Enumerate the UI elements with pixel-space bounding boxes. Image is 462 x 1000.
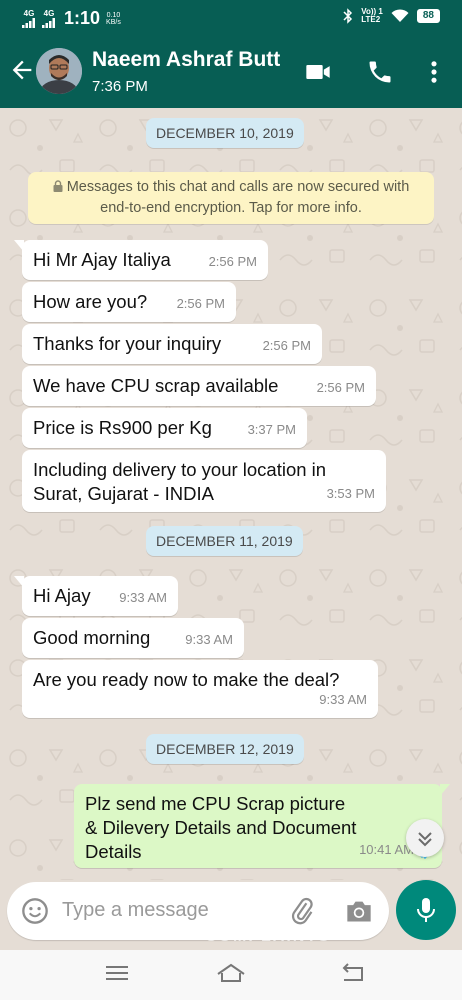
message-bubble[interactable]: We have CPU scrap available 2:56 PM [22,366,376,406]
message-bubble[interactable]: How are you? 2:56 PM [22,282,236,322]
chat-header: Naeem Ashraf Butt 7:36 PM [0,36,462,108]
bubble-tail [14,240,24,252]
date-chip: DECEMBER 11, 2019 [146,526,303,556]
video-call-icon[interactable] [304,58,332,86]
mic-icon [417,898,435,922]
battery-indicator: 88 [416,9,440,23]
message-bubble[interactable]: Including delivery to your location in S… [22,450,386,512]
message-text-line3: Details [85,841,142,862]
message-time: 2:56 PM [316,380,365,395]
encryption-notice-text: Messages to this chat and calls are now … [66,179,410,216]
network-indicator-1: 4G [22,8,36,28]
contact-name[interactable]: Naeem Ashraf Butt [92,48,280,72]
message-text: Price is Rs900 per Kg [33,417,212,438]
message-text: We have CPU scrap available [33,375,279,396]
message-text: Hi Ajay [33,585,91,606]
message-text: Thanks for your inquiry [33,333,222,354]
status-bar: 4G 4G 1:10 0.10 KB/s Vo)) 1 LTE2 88 [0,0,462,36]
message-input[interactable]: Type a message [62,899,209,922]
signal-bars-icon [22,17,35,28]
home-icon[interactable] [216,962,246,984]
message-bubble[interactable]: Are you ready now to make the deal? 9:33… [22,660,378,718]
message-time: 3:37 PM [247,422,296,437]
system-nav-bar [0,950,462,1000]
message-text: Are you ready now to make the deal? [33,669,340,690]
message-text: Good morning [33,627,151,648]
chat-area[interactable]: DECEMBER 10, 2019 Messages to this chat … [0,108,462,880]
status-right: Vo)) 1 LTE2 88 [343,8,440,24]
lock-icon [53,180,63,192]
attach-icon[interactable] [289,897,317,925]
network-label-2: 4G [43,8,55,18]
volte-bottom: LTE2 [361,15,381,24]
avatar[interactable] [36,48,82,94]
message-text: Plz send me CPU Scrap picture [85,793,346,814]
date-chip: DECEMBER 10, 2019 [146,118,304,148]
bluetooth-icon [343,8,353,24]
avatar-photo [36,48,82,94]
more-vert-icon[interactable] [420,58,448,86]
network-indicator-2: 4G [42,8,56,28]
message-bubble[interactable]: Hi Mr Ajay Italiya 2:56 PM [14,240,268,280]
message-text-line2: Surat, Gujarat - INDIA [33,483,214,504]
network-speed: 0.10 KB/s [106,12,121,26]
mic-button[interactable] [396,880,456,940]
encryption-notice[interactable]: Messages to this chat and calls are now … [28,172,434,224]
speed-value: 0.10 [106,11,121,19]
camera-icon[interactable] [345,898,373,924]
message-text-line2: & Dilevery Details and Document [85,817,357,838]
message-bubble[interactable]: Hi Ajay 9:33 AM [14,576,178,616]
emoji-icon[interactable] [21,897,49,925]
message-text: How are you? [33,291,148,312]
message-text: Including delivery to your location in [33,459,327,480]
message-text: Hi Mr Ajay Italiya [33,249,171,270]
bubble-tail [14,576,24,588]
message-time: 2:56 PM [262,338,311,353]
date-chip: DECEMBER 12, 2019 [146,734,304,764]
back-arrow-icon[interactable] [8,56,36,84]
message-bubble[interactable]: Good morning 9:33 AM [22,618,244,658]
message-time: 9:33 AM [319,692,367,707]
message-bubble[interactable]: Price is Rs900 per Kg 3:37 PM [22,408,307,448]
phone-icon[interactable] [366,58,394,86]
menu-icon[interactable] [104,962,130,984]
message-time: 2:56 PM [208,254,257,269]
message-time: 3:53 PM [326,486,375,501]
double-chevron-down-icon [418,832,432,847]
signal-bars-icon [42,17,55,28]
message-bubble[interactable]: Thanks for your inquiry 2:56 PM [22,324,322,364]
clock: 1:10 [64,8,101,28]
message-time: 9:33 AM [119,590,167,605]
message-time: 9:33 AM [185,632,233,647]
status-left: 4G 4G 1:10 0.10 KB/s [22,8,121,29]
outgoing-message-bubble[interactable]: Plz send me CPU Scrap picture & Dilevery… [74,784,450,868]
wifi-icon [391,9,409,22]
last-seen: 7:36 PM [92,78,148,95]
watermark: COMPLAINTS [205,928,331,945]
scroll-to-bottom-button[interactable] [406,819,444,857]
volte-indicator: Vo)) 1 LTE2 [361,8,383,24]
network-label-1: 4G [23,8,35,18]
bubble-tail [440,784,450,796]
back-icon[interactable] [340,962,366,984]
message-time: 2:56 PM [176,296,225,311]
speed-unit: KB/s [106,18,121,26]
message-composer: Type a message [7,882,389,940]
